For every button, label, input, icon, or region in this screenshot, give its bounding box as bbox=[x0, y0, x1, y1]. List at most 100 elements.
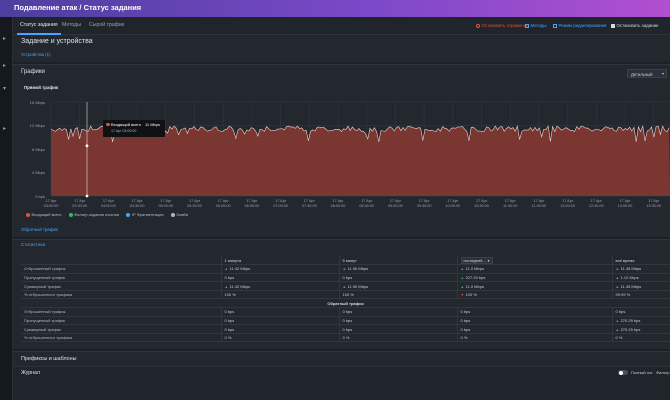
table-cell: ▲ 11.90 Mbps bbox=[339, 281, 458, 291]
table-cell: 0 bps bbox=[457, 324, 613, 334]
table-cell: 0 bps bbox=[612, 307, 670, 317]
table-cell: 99.99 % bbox=[612, 290, 670, 300]
x-tick-label: 17 Apr 09:30:00 bbox=[416, 199, 432, 208]
collapse-arrow-icon[interactable]: ▾ bbox=[3, 85, 6, 92]
y-tick-label: 12 Mbps bbox=[29, 123, 45, 128]
table-cell: 100 % bbox=[339, 290, 458, 300]
filter-label[interactable]: Фильтр bbox=[656, 370, 669, 375]
table-cell: 5 минут bbox=[339, 256, 458, 266]
legend-item[interactable]: Входящий всего bbox=[26, 212, 62, 217]
table-cell: 0 bps bbox=[457, 316, 613, 326]
prefixes-section[interactable]: Префиксы и шаблоны bbox=[13, 351, 670, 366]
table-row: Суммарный трафик 0 bps 0 bps 0 bps ▲ 270.29 b… bbox=[21, 324, 670, 334]
table-cell: 0 bps bbox=[339, 324, 458, 334]
tabs-bar: Статус задания Методы Сырой трафик Остан… bbox=[13, 17, 670, 35]
period-select[interactable]: последний ... ▾ bbox=[460, 256, 493, 264]
table-cell: ▲ 11.0 Mbps bbox=[457, 281, 613, 291]
table-cell: 0 % bbox=[457, 333, 613, 343]
chart-tooltip: Входящий всего 11 Mbps 17 Apr 03:00:00 bbox=[103, 120, 165, 137]
table-row: Отброшенный трафик ▲ 11.42 Mbps ▲ 11.90 Mbps… bbox=[21, 264, 670, 274]
devices-link[interactable]: Устройства (1) bbox=[21, 52, 51, 57]
table-cell: Пропущенный трафик bbox=[21, 316, 222, 326]
table-cell: 0 bps bbox=[339, 273, 458, 283]
stop-mitigation-button[interactable]: Остановить отражение bbox=[476, 23, 529, 28]
tab-task-status[interactable]: Статус задания bbox=[17, 22, 61, 35]
methods-button[interactable]: Методы bbox=[525, 23, 547, 28]
expand-arrow-icon[interactable]: ▸ bbox=[3, 125, 6, 132]
trend-up-icon: ▲ bbox=[615, 275, 620, 280]
x-tick-label: 17 Apr 06:00:00 bbox=[215, 199, 231, 208]
x-tick-label: 17 Apr 07:00:00 bbox=[273, 199, 288, 208]
section-title: Задание и устройства bbox=[21, 38, 93, 45]
x-tick-label: 17 Apr 05:00:00 bbox=[158, 199, 174, 208]
graphs-section: Графики Детальный ▾ Прямой трафик 16 Mbp… bbox=[13, 64, 670, 237]
plus-icon bbox=[525, 23, 529, 28]
x-tick-label: 17 Apr 13:00:00 bbox=[617, 199, 633, 208]
legend-item[interactable]: Зомби bbox=[170, 212, 188, 217]
legend-item[interactable]: Фильтр задания очистки bbox=[68, 212, 119, 217]
chevron-down-icon: ▾ bbox=[486, 258, 490, 263]
x-tick-label: 17 Apr 10:30:00 bbox=[474, 199, 489, 208]
table-cell: 0 % bbox=[339, 333, 458, 343]
trend-up-icon: ▲ bbox=[460, 267, 465, 272]
left-rail: ▸ ▸ ▾ ▸ bbox=[0, 17, 13, 400]
chart-legend: Входящий всего Фильтр задания очистки IP… bbox=[26, 212, 194, 217]
prefixes-title: Префиксы и шаблоны bbox=[21, 356, 77, 362]
table-cell: ▲ 270.29 bps bbox=[612, 324, 670, 334]
task-devices-section: Задание и устройства Устройства (1) bbox=[13, 35, 670, 62]
chart-title: Прямой трафик bbox=[24, 85, 59, 90]
table-row: Пропущенный трафик 0 bps 0 bps ▲ 227.20 bps ▲… bbox=[21, 273, 670, 283]
tab-raw-traffic[interactable]: Сырой трафик bbox=[89, 22, 124, 28]
expand-arrow-icon[interactable]: ▸ bbox=[3, 35, 6, 42]
x-tick-label: 17 Apr 06:30:00 bbox=[244, 199, 260, 208]
table-cell: ▲ 11.90 Mbps bbox=[339, 264, 458, 274]
tab-methods[interactable]: Методы bbox=[62, 22, 81, 28]
table-cell: ▲ 11.45 Mbps bbox=[612, 281, 670, 291]
dot-icon bbox=[106, 122, 110, 127]
table-row: % отброшенного трафика 100 % 100 % ▼ 100 % 99… bbox=[21, 290, 670, 300]
table-cell: ▲ 270.29 bps bbox=[612, 316, 670, 326]
full-log-toggle[interactable] bbox=[618, 370, 628, 375]
edit-icon bbox=[553, 23, 557, 28]
table-cell: 0 bps bbox=[221, 273, 340, 283]
x-tick-label: 17 Apr 03:30:00 bbox=[72, 199, 88, 208]
table-cell: 0 bps bbox=[457, 307, 613, 317]
chevron-down-icon: ▾ bbox=[661, 71, 664, 76]
x-tick-label: 17 Apr 11:00:00 bbox=[502, 199, 518, 208]
statistics-title[interactable]: Статистика bbox=[21, 242, 45, 247]
journal-section: Журнал Полный лог Фильтр bbox=[13, 366, 670, 400]
table-cell: 0 bps bbox=[339, 307, 458, 317]
y-tick-label: 16 Mbps bbox=[29, 99, 45, 105]
trend-up-icon: ▲ bbox=[460, 284, 465, 289]
journal-title: Журнал bbox=[21, 370, 40, 376]
x-tick-label: 17 Apr 12:30:00 bbox=[588, 199, 604, 208]
trend-up-icon: ▲ bbox=[224, 284, 229, 289]
statistics-table: 1 минута 5 минут последний ... ▾ всё время О… bbox=[21, 256, 670, 343]
square-stop-icon bbox=[611, 23, 615, 28]
x-tick-label: 17 Apr 04:00:00 bbox=[101, 199, 116, 208]
table-subheader-row: Обратный трафик bbox=[21, 298, 670, 309]
table-cell: всё время bbox=[612, 256, 670, 266]
table-cell: ▲ 11.42 Mbps bbox=[221, 281, 340, 291]
table-cell: 100 % bbox=[221, 290, 340, 300]
table-cell: ▲ 227.20 bps bbox=[457, 273, 613, 283]
table-cell: ▲ 1.12 Kbps bbox=[612, 273, 670, 283]
table-row: Отброшенный трафик 0 bps 0 bps 0 bps 0 bps bbox=[21, 307, 670, 317]
table-cell: 0 bps bbox=[221, 324, 340, 334]
legend-item[interactable]: IP Фрагментация bbox=[126, 212, 164, 217]
stop-task-button[interactable]: Остановить задание bbox=[611, 23, 658, 28]
top-bar: Подавление атак / Статус задания bbox=[0, 0, 670, 17]
trend-up-icon: ▲ bbox=[615, 318, 620, 323]
dot-icon bbox=[26, 212, 30, 217]
view-mode-select[interactable]: Детальный ▾ bbox=[627, 69, 667, 78]
table-cell: Пропущенный трафик bbox=[21, 273, 222, 283]
expand-arrow-icon[interactable]: ▸ bbox=[3, 62, 6, 69]
x-tick-label: 17 Apr 03:00:00 bbox=[43, 199, 59, 208]
trend-up-icon: ▲ bbox=[615, 284, 620, 289]
table-cell: 0 % bbox=[221, 333, 340, 343]
edit-mode-button[interactable]: Режим редактирования bbox=[553, 23, 606, 28]
back-traffic-link[interactable]: Обратный трафик bbox=[21, 227, 58, 232]
table-row: % отброшенного трафика 0 % 0 % 0 % 0 % bbox=[21, 333, 670, 343]
table-cell: 1 минута bbox=[221, 256, 340, 266]
x-tick-label: 17 Apr 11:30:00 bbox=[531, 199, 547, 208]
